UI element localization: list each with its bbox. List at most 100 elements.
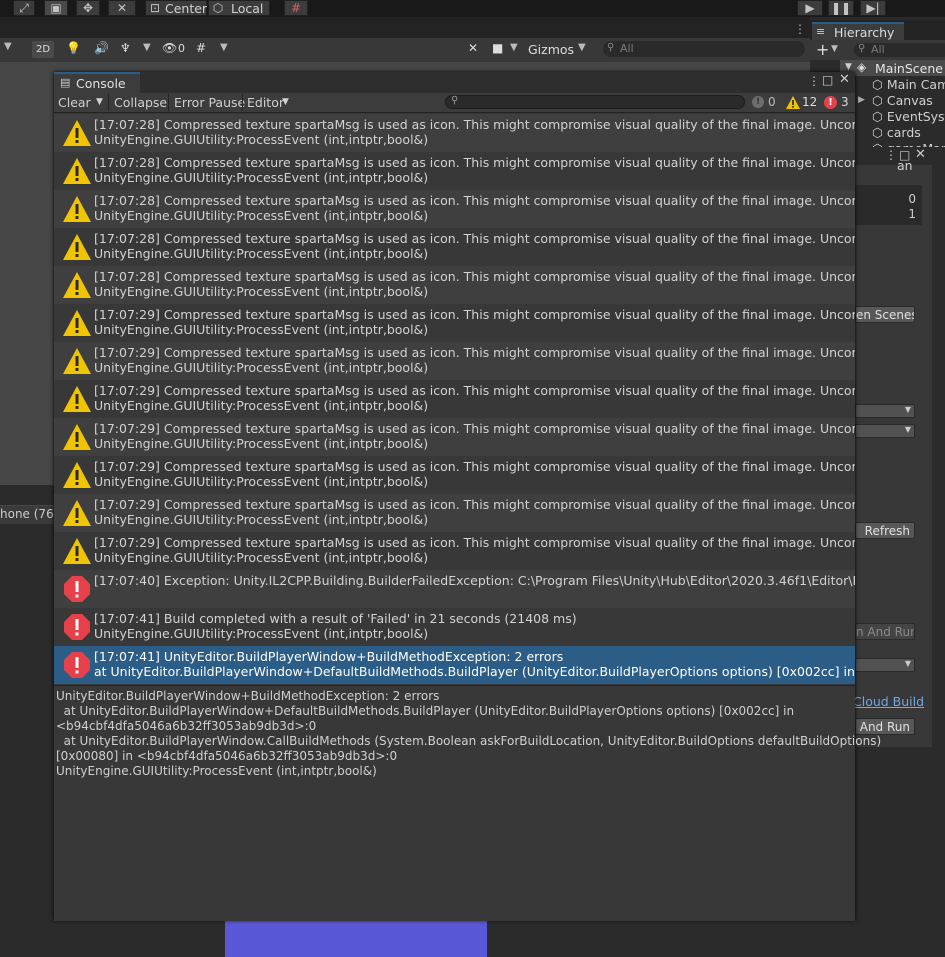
canvas-expand-icon[interactable]: ▶ xyxy=(858,95,865,105)
maximize-icon[interactable]: □ xyxy=(822,73,833,87)
log-message: [17:07:29] Compressed texture spartaMsg … xyxy=(94,497,855,512)
table-row[interactable]: [17:07:29] Compressed texture spartaMsg … xyxy=(54,418,855,456)
divider xyxy=(108,94,109,111)
pivot-local-button[interactable]: ⬡ Local xyxy=(208,0,270,16)
visibility-icon[interactable]: 👁 xyxy=(162,41,177,55)
game-view-strip xyxy=(0,485,54,505)
grid-dropdown-icon[interactable]: ▼ xyxy=(220,42,228,53)
step-button[interactable]: ▶| xyxy=(860,0,886,16)
lighting-icon[interactable]: 💡 xyxy=(66,41,81,55)
table-row[interactable]: [17:07:29] Compressed texture spartaMsg … xyxy=(54,532,855,570)
table-row[interactable]: [17:07:40] Exception: Unity.IL2CPP.Build… xyxy=(54,570,855,608)
camera-icon[interactable]: ■ xyxy=(492,41,503,55)
console-log-list[interactable]: [17:07:28] Compressed texture spartaMsg … xyxy=(54,114,855,684)
warning-count-toggle[interactable]: 12 xyxy=(784,94,820,111)
2d-toggle[interactable]: 2D xyxy=(32,41,54,58)
console-detail-pane[interactable]: UnityEditor.BuildPlayerWindow+BuildMetho… xyxy=(54,685,881,921)
audio-icon[interactable]: 🔊 xyxy=(94,41,109,55)
pivot-center-button[interactable]: ⊡ Center xyxy=(145,0,207,16)
table-row[interactable]: [17:07:29] Compressed texture spartaMsg … xyxy=(54,342,855,380)
build-and-run-button[interactable]: And Run xyxy=(855,718,915,735)
table-row[interactable]: [17:07:29] Compressed texture spartaMsg … xyxy=(54,304,855,342)
scene-tools-icon[interactable]: ✕ xyxy=(468,41,478,55)
table-row[interactable]: [17:07:28] Compressed texture spartaMsg … xyxy=(54,266,855,304)
editor-target-dropdown[interactable]: Editor xyxy=(247,94,284,111)
effects-dropdown-icon[interactable]: ▼ xyxy=(143,42,151,53)
log-stacktrace: UnityEngine.GUIUtility:ProcessEvent (int… xyxy=(94,284,429,299)
log-message: [17:07:29] Compressed texture spartaMsg … xyxy=(94,421,855,436)
cloud-build-link[interactable]: Cloud Build xyxy=(853,694,924,709)
table-row[interactable]: [17:07:29] Compressed texture spartaMsg … xyxy=(54,380,855,418)
detail-line: at UnityEditor.BuildPlayerWindow.CallBui… xyxy=(56,734,882,748)
rect-tool-button[interactable]: ▣ xyxy=(44,0,68,16)
list-item[interactable]: ⬡ cards xyxy=(872,125,921,140)
log-message: [17:07:28] Compressed texture spartaMsg … xyxy=(94,269,855,284)
add-dropdown-icon[interactable]: ▼ xyxy=(831,44,838,54)
scene-search-input[interactable]: ⚲ All xyxy=(603,41,805,57)
divider xyxy=(242,94,243,111)
log-count-toggle[interactable]: ! 0 xyxy=(750,94,780,111)
scene-search-placeholder: All xyxy=(620,42,634,55)
chevron-down-icon: ▼ xyxy=(282,97,289,107)
collapse-button[interactable]: Collapse xyxy=(114,94,167,111)
warning-icon xyxy=(63,196,91,222)
draw-mode-dropdown-icon[interactable]: ▼ xyxy=(4,41,12,52)
gizmos-button[interactable]: Gizmos xyxy=(528,42,574,57)
error-icon xyxy=(64,614,90,640)
hierarchy-search-placeholder: All xyxy=(871,43,885,56)
table-row[interactable]: [17:07:41] UnityEditor.BuildPlayerWindow… xyxy=(54,646,855,684)
camera-dropdown-icon[interactable]: ▼ xyxy=(510,42,518,53)
effects-icon[interactable]: ♆ xyxy=(120,41,131,55)
pause-icon: ❚❚ xyxy=(830,1,852,15)
error-icon xyxy=(64,576,90,602)
log-stacktrace: UnityEngine.GUIUtility:ProcessEvent (int… xyxy=(94,170,429,185)
hierarchy-search-input[interactable]: ⚲ All xyxy=(854,43,945,57)
console-search-input[interactable]: ⚲ xyxy=(445,95,745,109)
add-icon[interactable]: + xyxy=(816,40,829,59)
warning-icon xyxy=(63,310,91,336)
log-message: [17:07:28] Compressed texture spartaMsg … xyxy=(94,231,855,246)
list-item[interactable]: ⬡ Canvas xyxy=(872,93,933,108)
gizmos-dropdown-icon[interactable]: ▼ xyxy=(578,42,586,53)
clear-options-dropdown-icon[interactable]: ▼ xyxy=(96,94,103,111)
chevron-down-icon: ▼ xyxy=(904,659,911,668)
log-message: [17:07:41] UnityEditor.BuildPlayerWindow… xyxy=(94,649,564,664)
grid-snap-button[interactable]: # xyxy=(284,0,308,16)
refresh-button[interactable]: Refresh xyxy=(855,522,915,539)
console-more-icon[interactable]: ⋮ xyxy=(808,74,820,88)
error-count-toggle[interactable]: ! 3 xyxy=(822,94,852,111)
table-row[interactable]: [17:07:28] Compressed texture spartaMsg … xyxy=(54,190,855,228)
table-row[interactable]: [17:07:29] Compressed texture spartaMsg … xyxy=(54,494,855,532)
log-stacktrace: UnityEngine.GUIUtility:ProcessEvent (int… xyxy=(94,360,429,375)
compression-dropdown[interactable]: ▼ xyxy=(855,658,915,672)
close-icon[interactable]: ✕ xyxy=(839,72,850,87)
table-row[interactable]: [17:07:28] Compressed texture spartaMsg … xyxy=(54,228,855,266)
scene-expand-icon[interactable]: ▼ xyxy=(845,62,852,72)
scenes-in-build-list[interactable]: 0 1 xyxy=(855,185,922,225)
list-item[interactable]: ⬡ EventSyst xyxy=(872,109,945,124)
transform-tool-button[interactable]: ✥ xyxy=(76,0,100,16)
hierarchy-tab[interactable]: ≡ Hierarchy xyxy=(812,22,904,40)
grid-icon[interactable]: # xyxy=(196,41,206,55)
pause-button[interactable]: ❚❚ xyxy=(828,0,854,16)
local-label: Local xyxy=(231,1,264,16)
add-open-scenes-button[interactable]: en Scenes xyxy=(855,306,915,323)
custom-tool-button[interactable]: ✕ xyxy=(108,0,136,16)
clear-button[interactable]: Clear xyxy=(58,94,91,111)
play-button[interactable]: ▶ xyxy=(797,0,823,16)
list-item[interactable]: ⬡ Main Cam xyxy=(872,77,945,92)
console-tab[interactable]: ▤ Console xyxy=(54,72,140,93)
resolution-label[interactable]: hone (760 xyxy=(0,507,61,521)
rect-transform-tool-button[interactable]: ⤢ xyxy=(13,0,35,16)
table-row[interactable]: [17:07:28] Compressed texture spartaMsg … xyxy=(54,114,855,152)
table-row[interactable]: [17:07:41] Build completed with a result… xyxy=(54,608,855,646)
more-icon[interactable]: ⋮ xyxy=(885,148,897,162)
table-row[interactable]: [17:07:29] Compressed texture spartaMsg … xyxy=(54,456,855,494)
table-row[interactable]: [17:07:28] Compressed texture spartaMsg … xyxy=(54,152,855,190)
platform-dropdown[interactable]: ▼ xyxy=(855,404,915,418)
warning-icon xyxy=(63,500,91,526)
error-pause-button[interactable]: Error Pause xyxy=(174,94,245,111)
option-dropdown[interactable]: ▼ xyxy=(855,424,915,438)
scene-more-icon[interactable]: ⋮ xyxy=(794,22,806,36)
close-icon[interactable]: ✕ xyxy=(915,147,926,162)
